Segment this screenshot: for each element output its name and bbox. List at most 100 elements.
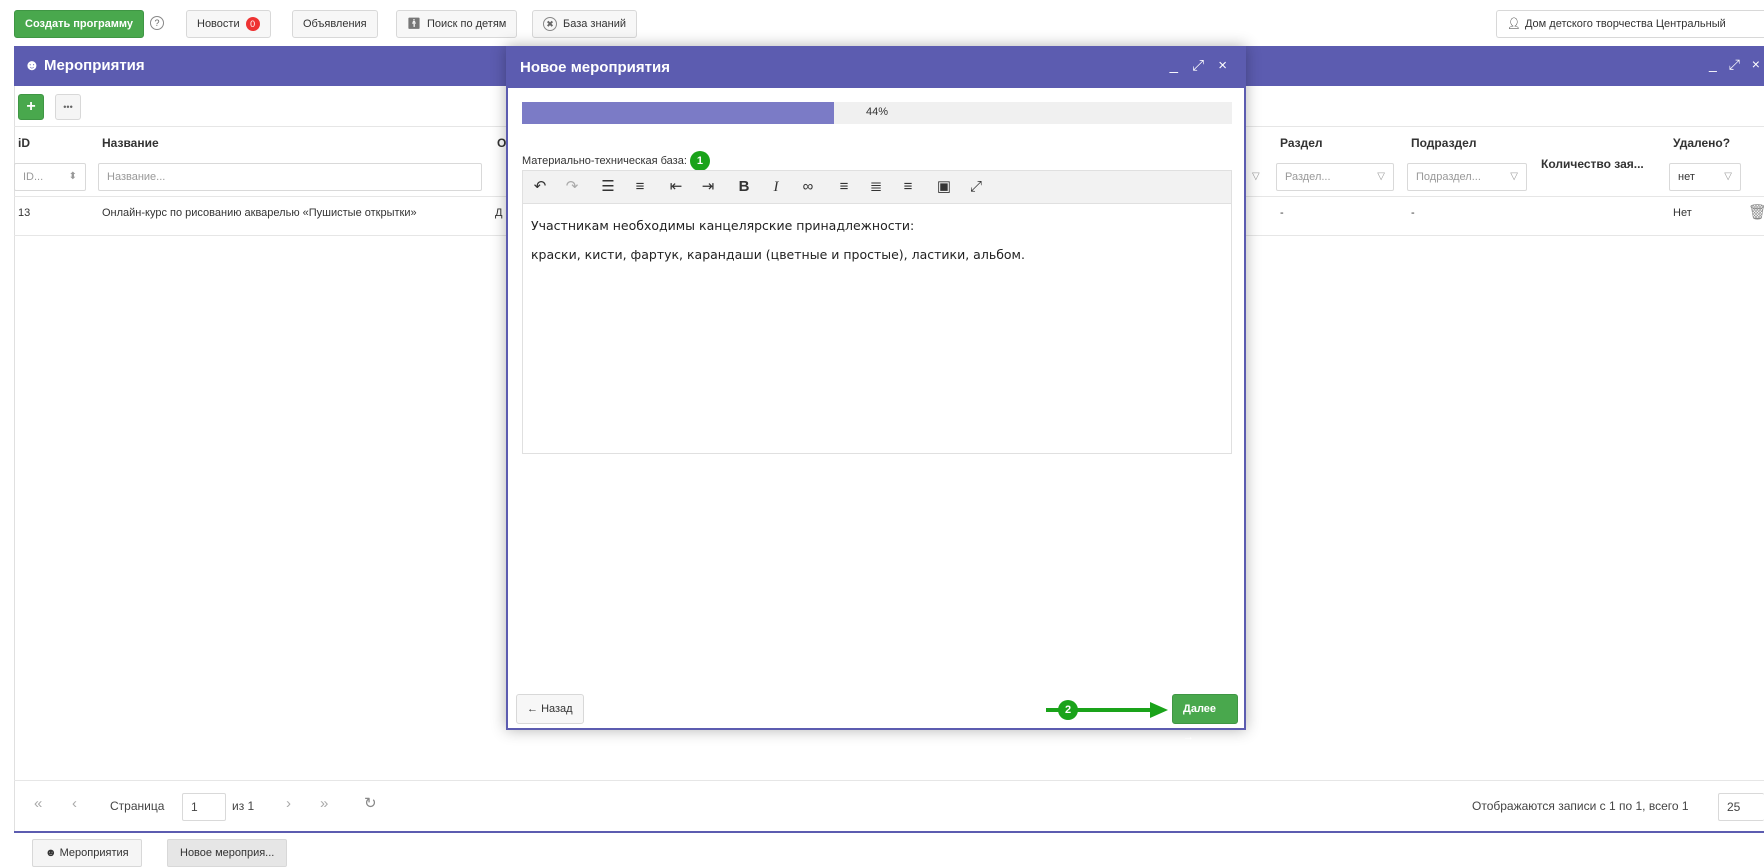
dialog-controls[interactable]: _ ⤢ × [1170,57,1232,74]
taskbar: ☻ Мероприятия Новое мероприя... [14,831,1764,867]
taskbar-new-event[interactable]: Новое мероприя... [167,839,288,867]
name-filter-placeholder: Название... [107,171,166,183]
arrow-right-icon: → [1183,731,1194,743]
dialog-title: Новое мероприятия [520,59,670,76]
subsection-filter-select[interactable]: Подраздел... ▽ [1407,163,1527,191]
material-base-editor[interactable]: Участникам необходимы канцелярские прина… [522,204,1232,454]
indent-icon[interactable]: ⇥ [697,176,719,198]
id-filter-placeholder: ID... [23,171,44,183]
editor-toolbar: ↶ ↷ ☰ ≡ ⇤ ⇥ B I ∞ ≡ ≣ ≡ ▣ ⤢ [522,170,1232,204]
row-o: Д [495,207,503,219]
bold-icon[interactable]: B [733,176,755,198]
row-name: Онлайн-курс по рисованию акварелью «Пуши… [102,207,417,219]
column-header-applications[interactable]: Количество зая... [1541,157,1644,171]
name-filter-input[interactable]: Название... [98,163,482,191]
knowledge-icon: ✖ [543,17,557,32]
italic-icon[interactable]: I [765,176,787,198]
last-page-icon[interactable]: » [320,795,328,812]
section-filter-select[interactable]: Раздел... ▽ [1276,163,1394,191]
subsection-filter-placeholder: Подраздел... [1416,171,1481,183]
numbered-list-icon[interactable]: ≡ [629,176,651,198]
chevron-down-icon: ▽ [1510,171,1518,182]
news-button[interactable]: Новости 0 [186,10,271,38]
align-center-icon[interactable]: ≣ [865,176,887,198]
child-search-label: Поиск по детям [426,18,507,30]
fullscreen-icon[interactable]: ⤢ [965,176,987,198]
column-header-o[interactable]: О [497,136,506,150]
column-header-subsection[interactable]: Подраздел [1411,136,1476,150]
records-info: Отображаются записи с 1 по 1, всего 1 [1472,799,1689,813]
arrow-left-icon: ← [527,703,538,715]
chevron-down-icon: ▽ [1724,171,1732,182]
redo-icon[interactable]: ↷ [561,176,583,198]
trash-icon[interactable]: 🗑︎ [1748,203,1764,221]
column-header-deleted[interactable]: Удалено? [1673,136,1730,150]
material-base-label: Материально-техническая база: 1 [522,151,710,171]
more-actions-button[interactable]: ••• [55,94,81,120]
column-header-id[interactable]: iD [18,136,30,150]
first-page-icon[interactable]: « [34,795,42,812]
smile-icon: ☻ [24,57,40,74]
refresh-icon[interactable]: ↻ [364,794,377,812]
dialog-header: Новое мероприятия _ ⤢ × [508,48,1244,88]
events-window-title: ☻ Мероприятия [24,57,145,74]
taskbar-events-label: Мероприятия [59,847,129,859]
organization-selector[interactable]: 👤︎ Дом детского творчества Центральный [1496,10,1764,38]
row-deleted: Нет [1673,207,1692,219]
knowledge-base-label: База знаний [563,18,627,30]
smile-icon: ☻ [45,847,57,859]
user-icon: 👤︎ [1507,18,1521,30]
next-label: Далее [1183,703,1217,715]
column-header-name[interactable]: Название [102,136,159,150]
deleted-filter-value: нет [1678,171,1695,183]
row-section: - [1280,207,1284,219]
align-right-icon[interactable]: ≡ [897,176,919,198]
outdent-icon[interactable]: ⇤ [665,176,687,198]
top-toolbar: Создать программу ? Новости 0 Объявления … [0,0,1764,46]
child-search-button[interactable]: 🚹︎ Поиск по детям [396,10,518,38]
editor-line-2: краски, кисти, фартук, карандаши (цветны… [531,247,1025,262]
announcements-button[interactable]: Объявления [292,10,378,38]
material-base-label-text: Материально-техническая база: [522,154,687,167]
prev-page-icon[interactable]: ‹ [72,795,77,812]
deleted-filter-select[interactable]: нет ▽ [1669,163,1741,191]
taskbar-events[interactable]: ☻ Мероприятия [32,839,142,867]
column-header-section[interactable]: Раздел [1280,136,1323,150]
page-count: из 1 [232,799,255,813]
help-icon[interactable]: ? [150,15,164,30]
sort-icon[interactable]: ⬍ [69,164,77,190]
pager: « ‹ Страница 1 из 1 › » ↻ Отображаются з… [14,780,1764,830]
undo-icon[interactable]: ↶ [529,176,551,198]
window-controls[interactable]: _ ⤢ × [1709,56,1764,73]
editor-line-1: Участникам необходимы канцелярские прина… [531,218,915,233]
progress-bar: 44% [522,102,1232,124]
id-filter-input[interactable]: ID... ⬍ [14,163,86,191]
knowledge-base-button[interactable]: ✖ База знаний [532,10,638,38]
chevron-down-icon[interactable]: ▽ [1252,171,1260,182]
row-subsection: - [1411,207,1415,219]
progress-text: 44% [865,106,889,118]
page-number-input[interactable]: 1 [182,793,226,821]
organization-name: Дом детского творчества Центральный [1524,18,1726,30]
back-label: Назад [541,703,573,715]
chevron-down-icon: ▽ [1377,171,1385,182]
next-page-icon[interactable]: › [286,795,291,812]
step-2-marker: 2 [1058,700,1078,720]
back-button[interactable]: ← Назад [516,694,584,724]
create-program-button[interactable]: Создать программу [14,10,145,38]
section-filter-placeholder: Раздел... [1285,171,1331,183]
person-icon: 🚹︎ [407,18,421,30]
row-id: 13 [18,207,31,219]
news-label: Новости [197,18,240,30]
align-left-icon[interactable]: ≡ [833,176,855,198]
add-event-button[interactable]: + [18,94,44,120]
step-1-marker: 1 [689,151,710,171]
next-button[interactable]: Далее → [1172,694,1238,743]
page-label: Страница [110,799,165,813]
events-title-text: Мероприятия [43,57,145,74]
bullet-list-icon[interactable]: ☰ [597,176,619,198]
new-event-dialog: Новое мероприятия _ ⤢ × 44% Материально-… [506,46,1246,743]
link-icon[interactable]: ∞ [797,176,819,198]
media-icon[interactable]: ▣ [933,176,955,198]
per-page-select[interactable]: 25 [1718,793,1764,821]
